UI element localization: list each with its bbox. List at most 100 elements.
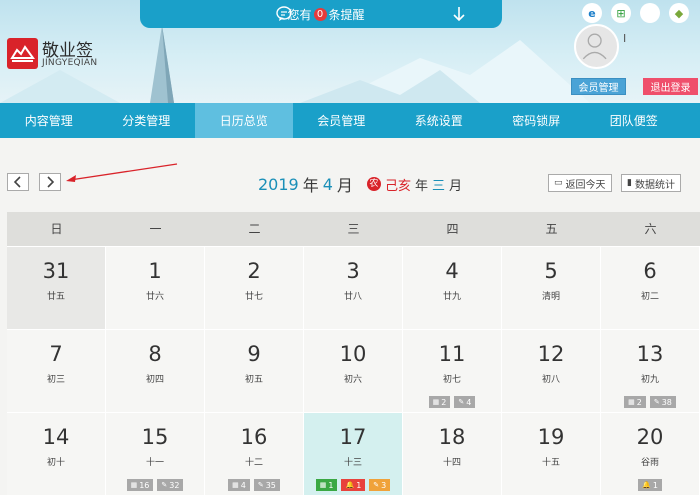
calendar-day[interactable]: 1 廿六 xyxy=(106,247,205,329)
notification-bar[interactable]: 您有 0 条提醒 xyxy=(140,0,502,28)
day-tag-badge[interactable]: ✎ 4 xyxy=(454,396,476,408)
arrow-down-icon[interactable] xyxy=(452,5,466,23)
calendar-day[interactable]: 10 初六 xyxy=(304,330,403,412)
day-number: 8 xyxy=(148,342,162,366)
lunar-date: 廿六 xyxy=(145,292,164,302)
day-tag-badge[interactable]: ▦ 1 xyxy=(315,479,338,491)
day-tag-badge[interactable]: ✎ 32 xyxy=(157,479,184,491)
day-number: 11 xyxy=(438,342,466,366)
day-number: 16 xyxy=(240,425,268,449)
day-number: 6 xyxy=(643,259,657,283)
lunar-date: 十三 xyxy=(343,458,362,468)
data-stats-button[interactable]: ▮ 数据统计 xyxy=(621,174,681,192)
member-management-button[interactable]: 会员管理 xyxy=(571,78,626,95)
prev-month-button[interactable] xyxy=(7,173,29,191)
calendar-week: 7 初三 8 初四 9 初五 10 初六 11 初七 ▦ 2 ✎ 4 12 初八 13 初九 ▦ 2 ✎ 38 xyxy=(7,329,700,412)
calendar-icon: ▦ xyxy=(628,398,635,406)
day-tag-badge[interactable]: ✎ 38 xyxy=(649,396,676,408)
calendar-day[interactable]: 14 初十 xyxy=(7,413,106,495)
nav-item-settings[interactable]: 系统设置 xyxy=(390,103,488,138)
lunar-date: 廿七 xyxy=(244,292,263,302)
day-tag-badge[interactable]: ✎ 35 xyxy=(253,479,280,491)
tag-count: 4 xyxy=(240,480,246,490)
calendar-day[interactable]: 6 初二 xyxy=(601,247,700,329)
chevron-left-icon xyxy=(13,176,21,188)
day-tag-badge[interactable]: 🔔 1 xyxy=(341,479,366,491)
calendar-day-today[interactable]: 17 十三 ▦ 1 🔔 1 ✎ 3 xyxy=(304,413,403,495)
nav-item-members[interactable]: 会员管理 xyxy=(293,103,391,138)
nav-item-lock[interactable]: 密码锁屏 xyxy=(488,103,586,138)
chart-icon: ▮ xyxy=(627,178,632,188)
calendar-day[interactable]: 15 十一 ▦ 16 ✎ 32 xyxy=(106,413,205,495)
nav-item-team[interactable]: 团队便签 xyxy=(585,103,683,138)
apple-icon[interactable] xyxy=(640,3,660,23)
tag-count: 4 xyxy=(466,397,472,407)
day-tag-badge[interactable]: ▦ 16 xyxy=(126,479,154,491)
lunar-date: 初四 xyxy=(145,375,164,385)
lunar-date: 初六 xyxy=(343,375,362,385)
calendar-day[interactable]: 9 初五 xyxy=(205,330,304,412)
nav-item-category[interactable]: 分类管理 xyxy=(98,103,196,138)
day-number: 10 xyxy=(339,342,367,366)
ie-icon[interactable]: e xyxy=(582,3,602,23)
day-tags: ▦ 2 ✎ 38 xyxy=(601,396,699,408)
calendar-day[interactable]: 7 初三 xyxy=(7,330,106,412)
day-tags: ▦ 4 ✎ 35 xyxy=(205,479,303,491)
calendar-day[interactable]: 12 初八 xyxy=(502,330,601,412)
notification-count-badge: 0 xyxy=(313,7,327,21)
lunar-date: 初七 xyxy=(442,375,461,385)
calendar-icon: ▦ xyxy=(432,398,440,406)
lunar-date: 十四 xyxy=(442,458,461,468)
calendar-icon: ▦ xyxy=(232,481,239,489)
day-number: 19 xyxy=(537,425,565,449)
calendar-day[interactable]: 13 初九 ▦ 2 ✎ 38 xyxy=(601,330,700,412)
calendar-day[interactable]: 20 谷雨 🔔 1 xyxy=(601,413,700,495)
tag-count: 1 xyxy=(652,480,658,490)
calendar-day[interactable]: 11 初七 ▦ 2 ✎ 4 xyxy=(403,330,502,412)
calendar-day[interactable]: 16 十二 ▦ 4 ✎ 35 xyxy=(205,413,304,495)
day-tags: ▦ 2 ✎ 4 xyxy=(403,396,501,408)
chevron-right-icon xyxy=(47,176,55,188)
calendar-day[interactable]: 4 廿九 xyxy=(403,247,502,329)
android-icon[interactable]: ◆ xyxy=(669,3,689,23)
nav-item-calendar[interactable]: 日历总览 xyxy=(195,103,293,138)
calendar-icon: ▦ xyxy=(319,481,327,489)
day-tag-badge[interactable]: 🔔 1 xyxy=(638,479,662,491)
tag-count: 1 xyxy=(328,480,334,490)
day-number: 5 xyxy=(544,259,558,283)
lunar-date: 初二 xyxy=(640,292,659,302)
tag-count: 3 xyxy=(381,480,387,490)
nav-item-content[interactable]: 内容管理 xyxy=(0,103,98,138)
platform-icons: e ⊞ ◆ xyxy=(582,3,689,23)
day-number: 1 xyxy=(148,259,162,283)
calendar-day[interactable]: 8 初四 xyxy=(106,330,205,412)
calendar-title: 2019 年 4 月 农 己亥 年 三 月 xyxy=(258,174,462,196)
lunar-date: 初九 xyxy=(640,375,659,385)
lunar-date: 廿九 xyxy=(442,292,461,302)
day-number: 31 xyxy=(42,259,70,283)
calendar-day[interactable]: 2 廿七 xyxy=(205,247,304,329)
day-tag-badge[interactable]: ✎ 3 xyxy=(369,479,391,491)
tag-count: 2 xyxy=(636,397,642,407)
day-number: 4 xyxy=(445,259,459,283)
logout-button[interactable]: 退出登录 xyxy=(643,78,698,95)
day-number: 17 xyxy=(339,425,367,449)
back-to-today-button[interactable]: ▭ 返回今天 xyxy=(548,174,612,192)
day-number: 18 xyxy=(438,425,466,449)
calendar-day[interactable]: 5 清明 xyxy=(502,247,601,329)
calendar-day[interactable]: 31 廿五 xyxy=(7,247,106,329)
windows-icon[interactable]: ⊞ xyxy=(611,3,631,23)
main-nav: 内容管理 分类管理 日历总览 会员管理 系统设置 密码锁屏 团队便签 xyxy=(0,103,700,138)
calendar-day[interactable]: 3 廿八 xyxy=(304,247,403,329)
calendar-day[interactable]: 18 十四 xyxy=(403,413,502,495)
next-month-button[interactable] xyxy=(39,173,61,191)
lunar-date: 十二 xyxy=(244,458,263,468)
bell-icon: 🔔 xyxy=(642,481,651,489)
edit-icon: ✎ xyxy=(458,398,465,406)
day-tag-badge[interactable]: ▦ 4 xyxy=(228,479,250,491)
avatar[interactable] xyxy=(574,24,619,69)
day-tag-badge[interactable]: ▦ 2 xyxy=(428,396,451,408)
day-tag-badge[interactable]: ▦ 2 xyxy=(624,396,646,408)
lunar-date: 谷雨 xyxy=(640,458,659,468)
calendar-day[interactable]: 19 十五 xyxy=(502,413,601,495)
